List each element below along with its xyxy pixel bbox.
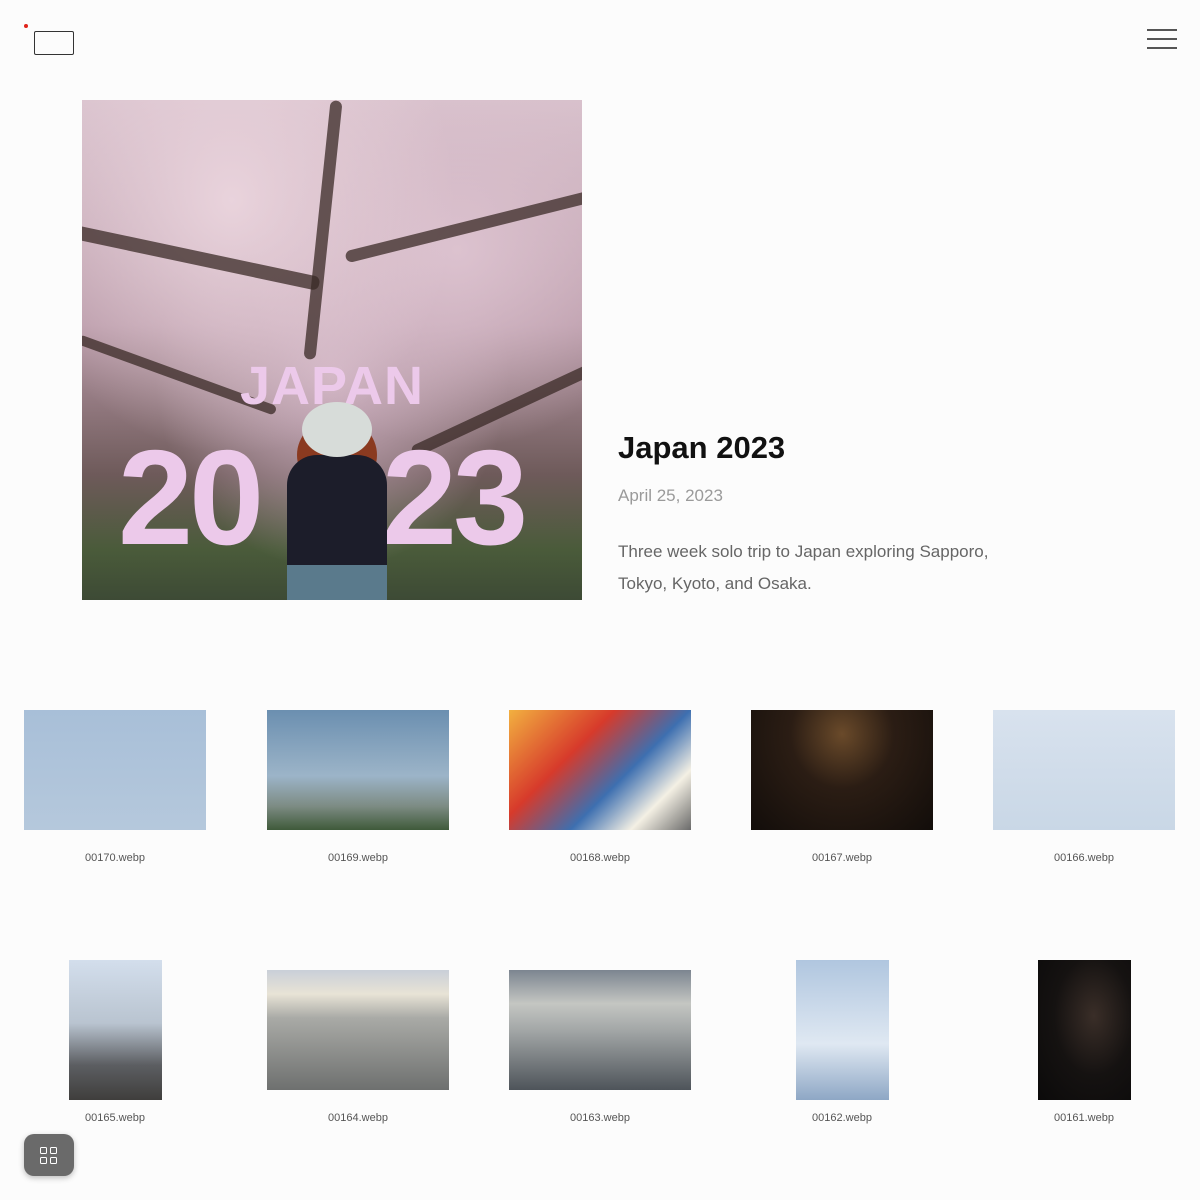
grid-icon (50, 1147, 57, 1154)
menu-line (1147, 29, 1177, 31)
gallery-thumbnail[interactable] (509, 970, 691, 1090)
gallery-thumbnail[interactable] (509, 710, 691, 830)
gallery-thumbnail[interactable] (69, 960, 162, 1100)
grid-icon (40, 1147, 47, 1154)
gallery-caption: 00163.webp (570, 1112, 630, 1124)
post-title: Japan 2023 (618, 430, 786, 465)
person-jeans (287, 565, 387, 600)
gallery-caption: 00166.webp (1054, 852, 1114, 864)
person-cap (302, 402, 372, 457)
gallery-caption: 00169.webp (328, 852, 388, 864)
menu-line (1147, 38, 1177, 40)
logo-dot (24, 24, 28, 28)
gallery-caption: 00161.webp (1054, 1112, 1114, 1124)
gallery-caption: 00165.webp (85, 1112, 145, 1124)
gallery-caption: 00168.webp (570, 852, 630, 864)
hamburger-menu-icon[interactable] (1147, 29, 1177, 49)
gallery-caption: 00164.webp (328, 1112, 388, 1124)
cover-year-right: 23 (382, 422, 528, 573)
gallery-thumbnail[interactable] (267, 710, 449, 830)
cover-image[interactable]: JAPAN 20 23 (82, 100, 582, 600)
post-description: Three week solo trip to Japan exploring … (618, 542, 989, 593)
menu-line (1147, 47, 1177, 49)
gallery-thumbnail[interactable] (751, 710, 933, 830)
gallery-caption: 00162.webp (812, 1112, 872, 1124)
branch-shape (82, 223, 321, 291)
gallery-caption: 00167.webp (812, 852, 872, 864)
gallery-thumbnail[interactable] (1038, 960, 1131, 1100)
gallery-thumbnail[interactable] (993, 710, 1175, 830)
logo-icon[interactable] (34, 31, 74, 55)
grid-icon (40, 1157, 47, 1164)
cover-year-left: 20 (118, 422, 264, 573)
person-figure (282, 390, 392, 600)
gallery-thumbnail[interactable] (796, 960, 889, 1100)
grid-icon (50, 1157, 57, 1164)
branch-shape (344, 188, 582, 264)
gallery-thumbnail[interactable] (267, 970, 449, 1090)
gallery-thumbnail[interactable] (24, 710, 206, 830)
post-date: April 25, 2023 (618, 486, 723, 505)
trunk-shape (303, 100, 343, 360)
grid-view-button[interactable] (24, 1134, 74, 1176)
gallery-caption: 00170.webp (85, 852, 145, 864)
